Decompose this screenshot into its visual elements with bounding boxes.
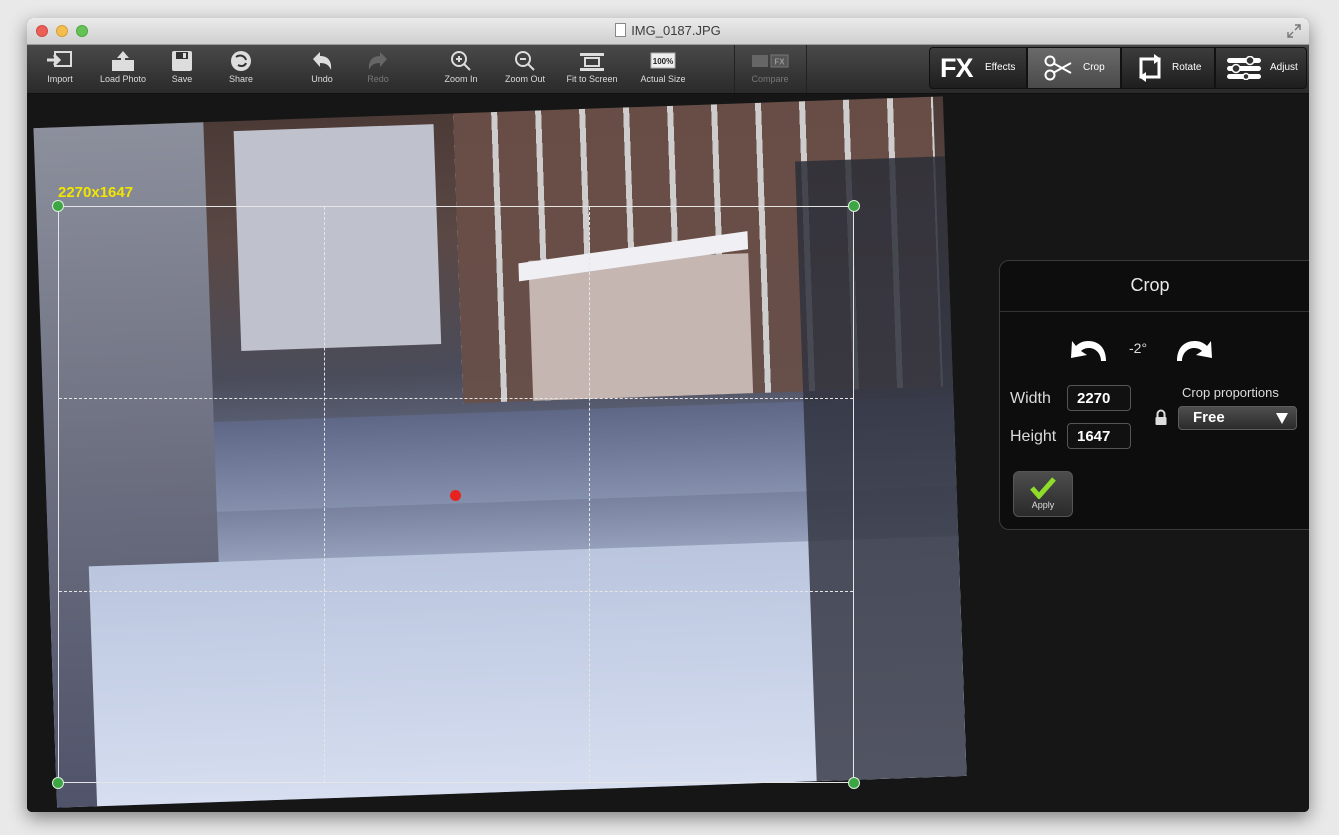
rotate-icon — [1139, 54, 1161, 82]
import-icon — [47, 51, 72, 67]
fullscreen-icon[interactable] — [1287, 24, 1301, 38]
crop-grid-line — [59, 591, 853, 592]
save-icon — [172, 51, 192, 71]
document-icon — [615, 23, 627, 37]
window-title-area: IMG_0187.JPG — [27, 23, 1309, 38]
svg-text:FX: FX — [774, 58, 785, 67]
adjust-mode-tab[interactable]: Adjust — [1215, 47, 1307, 89]
canvas-area[interactable]: 2270x1647 Crop -2° Width 2270 Height 164… — [27, 94, 1309, 812]
load-photo-button[interactable]: Load Photo — [94, 47, 152, 91]
share-icon — [231, 51, 251, 71]
undo-icon — [313, 52, 332, 70]
crop-panel-title: Crop — [1130, 275, 1170, 295]
toolbar-divider — [806, 45, 807, 93]
crop-handle-top-right[interactable] — [848, 200, 860, 212]
fx-icon: FX — [940, 53, 974, 83]
panel-divider — [1000, 311, 1309, 312]
redo-icon — [368, 52, 387, 70]
crop-grid-line — [589, 207, 590, 782]
title-bar: IMG_0187.JPG — [27, 18, 1309, 45]
crop-dimensions-label: 2270x1647 — [58, 184, 134, 201]
checkmark-icon — [1030, 477, 1056, 499]
zoom-in-icon — [451, 51, 471, 71]
fit-to-screen-button[interactable]: Fit to Screen — [563, 47, 621, 91]
crop-proportions-select[interactable]: Free — [1178, 406, 1297, 430]
actual-size-icon: 100% — [650, 52, 676, 69]
load-photo-icon — [112, 51, 134, 71]
width-label: Width — [1010, 390, 1051, 407]
scissors-icon — [1044, 55, 1072, 81]
rotate-mode-tab[interactable]: Rotate — [1121, 47, 1215, 89]
width-field[interactable]: 2270 — [1067, 385, 1131, 411]
import-button[interactable]: Import — [31, 47, 89, 91]
app-window: IMG_0187.JPG Import Load Photo Save Shar… — [27, 18, 1309, 812]
undo-button[interactable]: Undo — [293, 47, 351, 91]
toolbar: Import Load Photo Save Share Undo Redo Z… — [27, 45, 1309, 94]
crop-handle-top-left[interactable] — [52, 200, 64, 212]
zoom-in-button[interactable]: Zoom In — [432, 47, 490, 91]
crop-proportions-value: Free — [1193, 409, 1225, 426]
crop-mode-tab[interactable]: Crop — [1027, 47, 1121, 89]
compare-icon: FX — [752, 54, 789, 68]
zoom-out-button[interactable]: Zoom Out — [496, 47, 554, 91]
fit-to-screen-icon — [580, 53, 604, 71]
crop-proportions-label: Crop proportions — [1182, 385, 1279, 400]
rotation-angle: -2° — [1129, 340, 1148, 356]
svg-text:100%: 100% — [653, 57, 673, 66]
toolbar-divider — [734, 45, 735, 93]
lock-icon[interactable] — [1154, 409, 1168, 426]
actual-size-button[interactable]: 100% Actual Size — [634, 47, 692, 91]
zoom-out-icon — [515, 51, 535, 71]
crop-panel: Crop -2° Width 2270 Height 1647 Crop pro… — [999, 260, 1309, 530]
window-title: IMG_0187.JPG — [631, 23, 721, 38]
crop-handle-bottom-right[interactable] — [848, 777, 860, 789]
rotate-right-icon[interactable] — [1171, 333, 1215, 365]
save-button[interactable]: Save — [153, 47, 211, 91]
apply-button[interactable]: Apply — [1013, 471, 1073, 517]
crop-handle-bottom-left[interactable] — [52, 777, 64, 789]
sliders-icon — [1227, 56, 1261, 80]
redo-button[interactable]: Redo — [349, 47, 407, 91]
height-label: Height — [1010, 428, 1057, 445]
crop-grid-line — [324, 207, 325, 782]
crop-grid-line — [59, 398, 853, 399]
crop-center-marker[interactable] — [450, 490, 461, 501]
effects-mode-tab[interactable]: FX Effects — [929, 47, 1027, 89]
share-button[interactable]: Share — [212, 47, 270, 91]
compare-button[interactable]: FX Compare — [741, 47, 799, 91]
dropdown-arrow-icon — [1276, 413, 1288, 424]
height-field[interactable]: 1647 — [1067, 423, 1131, 449]
rotate-left-icon[interactable] — [1068, 333, 1112, 365]
